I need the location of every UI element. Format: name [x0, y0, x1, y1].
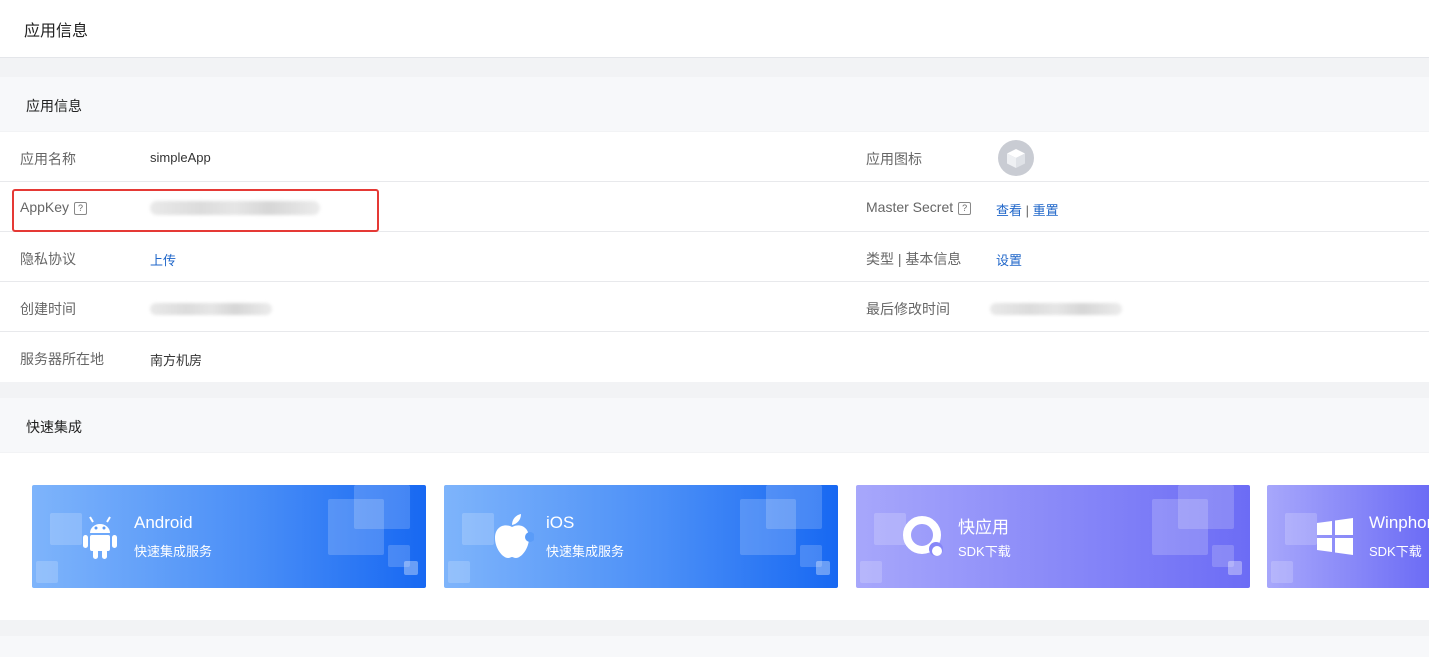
app-name-label: 应用名称 [20, 151, 76, 167]
next-section-header [0, 636, 1429, 657]
card-title: Winphone [1369, 513, 1429, 532]
card-subtitle: 快速集成服务 [134, 544, 213, 559]
view-secret-link[interactable]: 查看 [996, 203, 1022, 218]
card-subtitle: 快速集成服务 [546, 544, 625, 559]
master-secret-actions: 查看 | 重置 [996, 200, 1059, 219]
type-basic-info-label: 类型 | 基本信息 [866, 251, 962, 267]
cube-icon [1007, 149, 1025, 168]
card-title: Android [134, 513, 193, 532]
app-info-panel: 应用名称 simpleApp 应用图标 AppKey? Master Secre… [0, 132, 1429, 382]
quick-integration-section-title: 快速集成 [26, 419, 82, 435]
page-header: 应用信息 [0, 0, 1429, 58]
app-info-section-header: 应用信息 [0, 77, 1429, 131]
winphone-card[interactable]: Winphone SDK下载 [1267, 485, 1429, 588]
quick-integration-section-header: 快速集成 [0, 398, 1429, 452]
page-title: 应用信息 [24, 23, 89, 40]
quickapp-card[interactable]: 快应用 SDK下载 [856, 485, 1250, 588]
app-info-section-title: 应用信息 [26, 98, 82, 114]
app-icon [998, 140, 1034, 176]
server-location-label: 服务器所在地 [20, 351, 104, 367]
app-name-value: simpleApp [150, 150, 211, 165]
upload-privacy-link[interactable]: 上传 [150, 250, 176, 269]
modified-time-label: 最后修改时间 [866, 301, 950, 317]
modified-time-redacted [990, 303, 1122, 315]
ios-card[interactable]: iOS 快速集成服务 [444, 485, 838, 588]
master-secret-label: Master Secret? [866, 199, 972, 215]
windows-icon [1317, 518, 1353, 555]
android-card[interactable]: Android 快速集成服务 [32, 485, 426, 588]
quickapp-icon [903, 516, 943, 556]
card-subtitle: SDK下载 [1369, 544, 1422, 559]
android-icon [83, 516, 117, 559]
card-title: iOS [546, 513, 575, 532]
server-location-value: 南方机房 [150, 353, 203, 368]
card-subtitle: SDK下载 [958, 544, 1011, 559]
created-time-redacted [150, 303, 272, 315]
privacy-label: 隐私协议 [20, 251, 76, 267]
quick-integration-panel: Android 快速集成服务 iOS 快速集成服务 快应用 SDK下载 Winp… [0, 453, 1429, 620]
row-created-time: 创建时间 最后修改时间 [0, 282, 1429, 332]
row-privacy: 隐私协议 上传 类型 | 基本信息 设置 [0, 232, 1429, 282]
created-time-label: 创建时间 [20, 301, 76, 317]
app-icon-label: 应用图标 [866, 151, 922, 167]
row-app-name: 应用名称 simpleApp 应用图标 [0, 132, 1429, 182]
card-title: 快应用 [958, 518, 1009, 537]
settings-link[interactable]: 设置 [996, 250, 1022, 269]
link-separator: | [1025, 203, 1030, 218]
appkey-highlight-annotation [12, 189, 379, 232]
apple-icon [495, 514, 534, 558]
help-icon[interactable]: ? [958, 202, 972, 215]
row-server-location: 服务器所在地 南方机房 [0, 332, 1429, 382]
reset-secret-link[interactable]: 重置 [1033, 203, 1059, 218]
